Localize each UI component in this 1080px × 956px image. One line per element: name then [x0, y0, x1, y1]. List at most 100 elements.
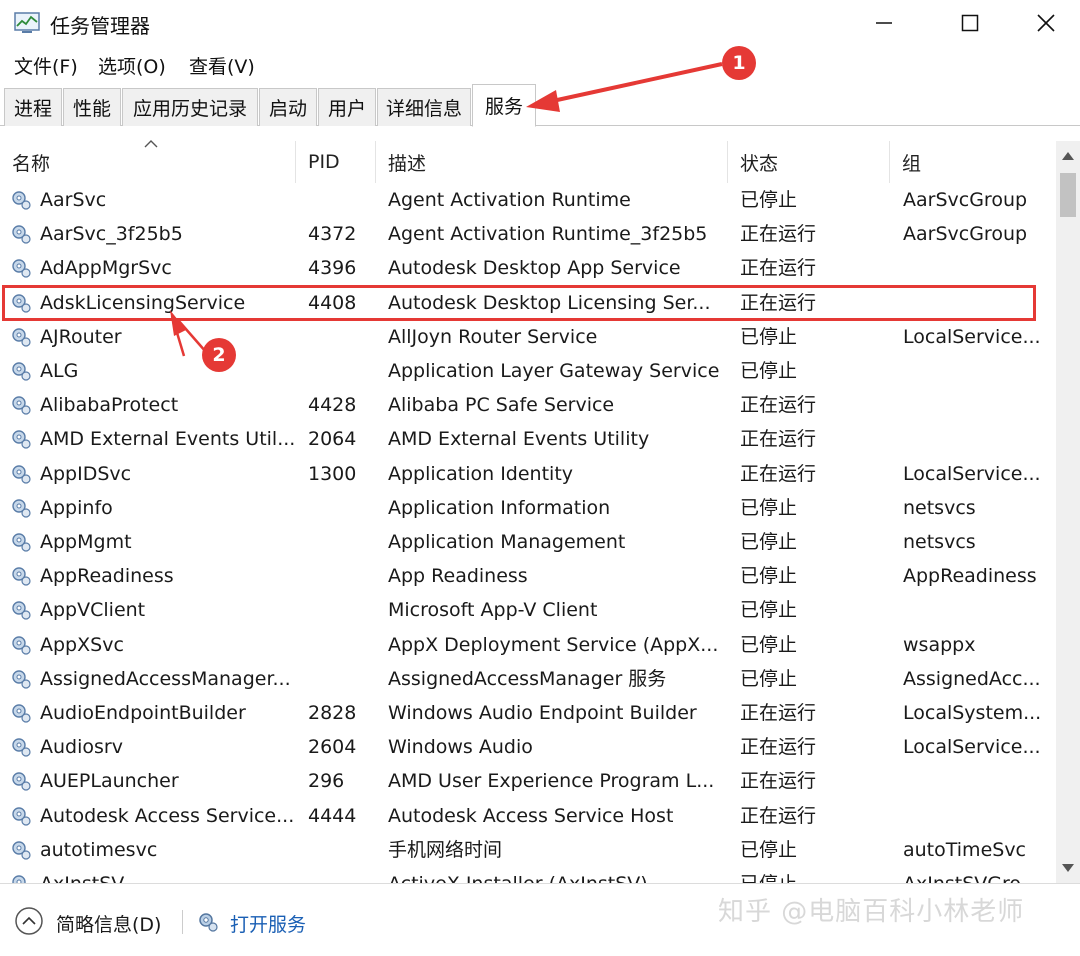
cell-description: Windows Audio Endpoint Builder [388, 702, 697, 724]
cell-group [903, 799, 1053, 833]
cell-group [903, 251, 1053, 285]
cell-pid [308, 320, 374, 354]
menu-options[interactable]: 选项(O) [98, 52, 166, 79]
cell-group [903, 422, 1053, 456]
cell-pid [308, 354, 374, 388]
cell-pid [308, 593, 374, 627]
menu-file[interactable]: 文件(F) [14, 52, 78, 79]
cell-pid: 296 [308, 770, 345, 793]
scroll-thumb[interactable] [1060, 173, 1076, 217]
column-header-group[interactable]: 组 [890, 141, 1056, 183]
table-row[interactable]: ALG Application Layer Gateway Service 已停止 [0, 354, 1056, 388]
cell-status: 正在运行 [740, 804, 817, 827]
column-header-status[interactable]: 状态 [728, 141, 890, 183]
cell-pid: 2064 [308, 428, 357, 451]
table-row[interactable]: AMD External Events Util... 2064 AMD Exter… [0, 422, 1056, 456]
scroll-down-icon[interactable] [1061, 863, 1075, 873]
tab-users[interactable]: 用户 [318, 88, 376, 126]
column-header-description[interactable]: 描述 [376, 141, 728, 183]
table-row[interactable]: AppVClient Microsoft App-V Client 已停止 [0, 593, 1056, 627]
cell-name: AppMgmt [40, 531, 132, 553]
table-row[interactable]: AlibabaProtect 4428 Alibaba PC Safe Servic… [0, 388, 1056, 422]
tab-strip: 进程 性能 应用历史记录 启动 用户 详细信息 服务 [0, 84, 1080, 127]
cell-pid [308, 183, 374, 217]
table-row[interactable]: AppIDSvc 1300 Application Identity 正在运行 Loca… [0, 457, 1056, 491]
tab-services[interactable]: 服务 [472, 84, 536, 127]
cell-pid: 4428 [308, 394, 357, 417]
tab-processes[interactable]: 进程 [4, 88, 62, 126]
cell-status: 正在运行 [740, 462, 817, 485]
cell-status: 已停止 [740, 633, 798, 656]
cell-group [903, 388, 1053, 422]
table-row[interactable]: Audiosrv 2604 Windows Audio 正在运行 LocalServic… [0, 730, 1056, 764]
cell-name: autotimesvc [40, 838, 158, 861]
cell-description: AMD User Experience Program L... [388, 770, 715, 793]
menu-view[interactable]: 查看(V) [189, 52, 255, 79]
maximize-button[interactable] [938, 0, 1002, 46]
cell-pid [308, 833, 374, 867]
table-row[interactable]: AarSvc_3f25b5 4372 Agent Activation Runtim… [0, 217, 1056, 251]
tab-startup[interactable]: 启动 [259, 88, 317, 126]
maximize-icon [961, 14, 979, 32]
open-services-link[interactable]: 打开服务 [230, 910, 306, 937]
collapse-chevron-icon[interactable] [14, 906, 44, 936]
cell-name: AarSvc [40, 189, 107, 211]
cell-description: Agent Activation Runtime_3f25b5 [388, 223, 708, 246]
tab-app-history[interactable]: 应用历史记录 [122, 88, 258, 126]
cell-group: wsappx [903, 633, 976, 656]
table-row[interactable]: AssignedAccessManager... AssignedAccessMa… [0, 662, 1056, 696]
cell-pid: 4444 [308, 804, 357, 827]
close-button[interactable] [1014, 0, 1078, 46]
minimize-button[interactable] [852, 0, 916, 46]
cell-name: AppReadiness [40, 565, 174, 588]
window-title: 任务管理器 [50, 14, 150, 38]
table-row[interactable]: AUEPLauncher 296 AMD User Experience Progr… [0, 764, 1056, 798]
service-gear-icon [12, 191, 31, 210]
cell-description: App Readiness [388, 565, 528, 588]
table-row[interactable]: AudioEndpointBuilder 2828 Windows Audio En… [0, 696, 1056, 730]
annotation-badge-2: 2 [202, 338, 236, 372]
minimize-icon [876, 22, 892, 24]
watermark: 知乎 @电脑百科小林老师 [718, 897, 1025, 927]
table-row[interactable]: AppReadiness App Readiness 已停止 AppReadiness [0, 559, 1056, 593]
scroll-up-icon[interactable] [1061, 151, 1075, 161]
cell-name: AJRouter [40, 325, 122, 348]
tab-performance[interactable]: 性能 [63, 88, 121, 126]
cell-pid: 4372 [308, 223, 357, 246]
cell-status: 已停止 [740, 599, 798, 622]
table-row[interactable]: Appinfo Application Information 已停止 netsvcs [0, 491, 1056, 525]
cell-description: Agent Activation Runtime [388, 189, 631, 211]
cell-status: 已停止 [740, 325, 798, 348]
table-row[interactable]: AppMgmt Application Management 已停止 netsvcs [0, 525, 1056, 559]
cell-description: 手机网络时间 [388, 838, 503, 861]
table-row[interactable]: AJRouter AllJoyn Router Service 已停止 LocalSe… [0, 320, 1056, 354]
service-gear-icon [12, 875, 26, 883]
cell-group: netsvcs [903, 496, 976, 519]
cell-status: 已停止 [740, 189, 798, 211]
cell-group [903, 354, 1053, 388]
table-row[interactable]: Autodesk Access Service... 4444 Autodesk A… [0, 799, 1056, 833]
cell-group: LocalService... [903, 462, 1041, 485]
table-row[interactable]: AarSvc Agent Activation Runtime 已停止 AarSvcG… [0, 183, 1056, 217]
table-row[interactable]: autotimesvc 手机网络时间 已停止 autoTimeSvc [0, 833, 1056, 867]
cell-pid: 1300 [308, 462, 357, 485]
table-row[interactable]: AppXSvc AppX Deployment Service (AppX... 已… [0, 628, 1056, 662]
column-header-pid[interactable]: PID [296, 141, 376, 183]
cell-description: AppX Deployment Service (AppX... [388, 633, 719, 656]
cell-group: AssignedAcc... [903, 667, 1041, 690]
cell-pid [308, 662, 374, 696]
cell-group: AxInstSVGro... [903, 867, 1053, 883]
cell-group: autoTimeSvc [903, 838, 1027, 861]
table-row[interactable]: AxInstSV ActiveX Installer (AxInstSV) 已停止 A… [0, 867, 1056, 883]
table-header: 名称 PID 描述 状态 组 [0, 140, 1056, 183]
vertical-scrollbar[interactable] [1056, 141, 1080, 883]
cell-name: AarSvc_3f25b5 [40, 223, 183, 246]
cell-status: 已停止 [740, 360, 798, 382]
cell-description: AssignedAccessManager 服务 [388, 667, 667, 690]
tab-details[interactable]: 详细信息 [377, 88, 471, 126]
title-bar: 任务管理器 [0, 0, 1080, 46]
brief-info-link[interactable]: 简略信息(D) [56, 910, 161, 937]
cell-name: Autodesk Access Service... [40, 804, 294, 827]
cell-name: AssignedAccessManager... [40, 667, 291, 690]
table-row[interactable]: AdAppMgrSvc 4396 Autodesk Desktop App Serv… [0, 251, 1056, 285]
